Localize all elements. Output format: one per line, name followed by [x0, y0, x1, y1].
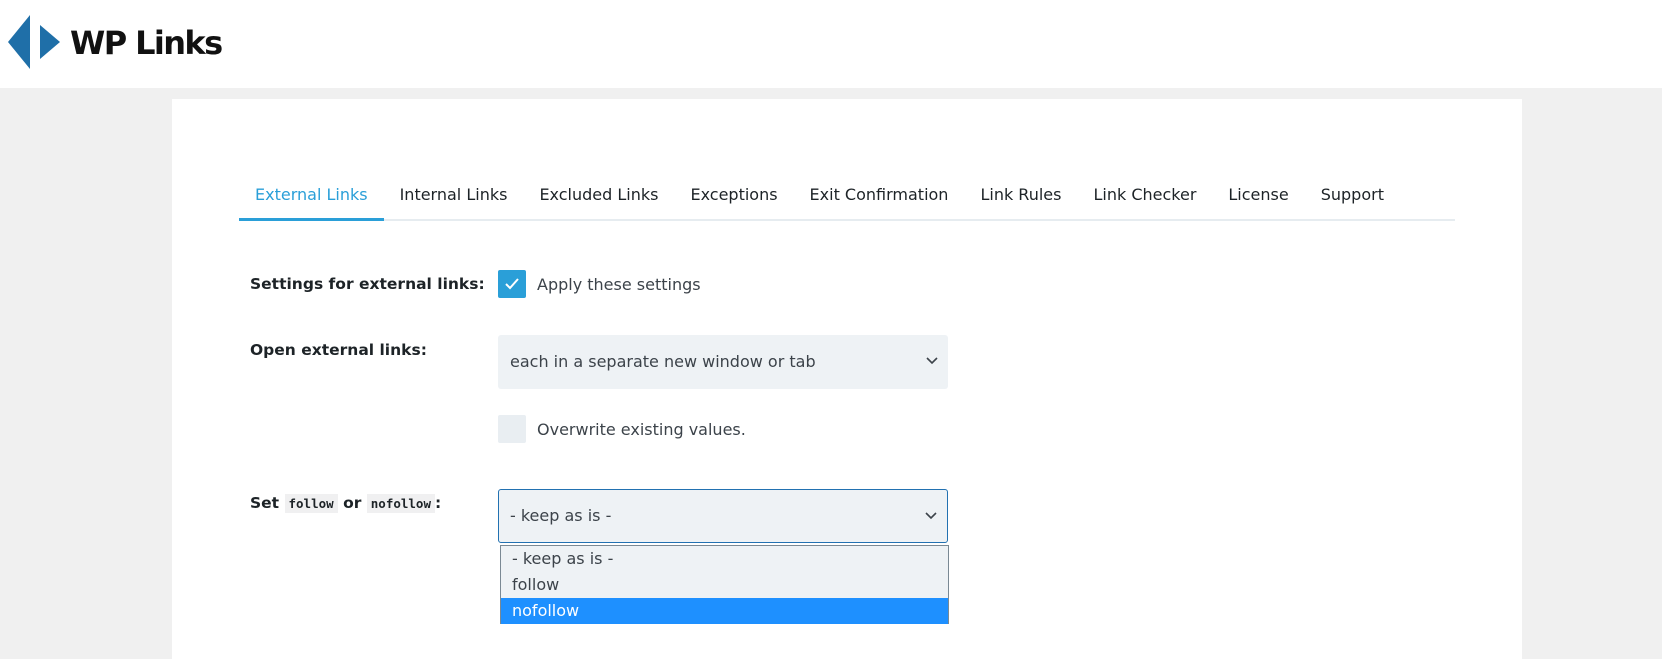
tab-external-links[interactable]: External Links	[239, 171, 384, 221]
apply-settings-label: Apply these settings	[537, 275, 701, 294]
tab-link-rules[interactable]: Link Rules	[964, 171, 1077, 219]
open-external-links-label: Open external links:	[250, 341, 427, 359]
logo-text: WP Links	[70, 24, 223, 62]
tab-license[interactable]: License	[1212, 171, 1304, 219]
chevron-down-icon	[926, 357, 938, 365]
follow-label-prefix: Set	[250, 494, 280, 512]
tab-link-checker[interactable]: Link Checker	[1077, 171, 1212, 219]
tab-internal-links[interactable]: Internal Links	[384, 171, 524, 219]
tab-exceptions[interactable]: Exceptions	[674, 171, 793, 219]
follow-nofollow-value: - keep as is -	[510, 506, 612, 525]
wp-links-logo[interactable]: WP Links	[8, 14, 223, 70]
open-external-links-select[interactable]: each in a separate new window or tab	[498, 335, 948, 389]
chevron-down-icon	[925, 512, 937, 520]
apply-settings-checkbox[interactable]	[498, 270, 526, 298]
open-external-links-value: each in a separate new window or tab	[510, 352, 816, 371]
settings-for-external-links-label: Settings for external links:	[250, 275, 485, 293]
tab-excluded-links[interactable]: Excluded Links	[523, 171, 674, 219]
follow-code: follow	[284, 494, 338, 513]
follow-nofollow-dropdown-list: - keep as is - follow nofollow	[500, 545, 949, 624]
check-icon	[505, 278, 519, 290]
logo-mark-icon	[8, 15, 60, 69]
top-bar: WP Links	[0, 0, 1662, 88]
tab-support[interactable]: Support	[1305, 171, 1400, 219]
dropdown-option-follow[interactable]: follow	[501, 572, 948, 598]
nofollow-code: nofollow	[366, 494, 435, 513]
follow-nofollow-label: Set follow or nofollow:	[250, 494, 442, 513]
follow-label-suffix: :	[434, 494, 442, 512]
dropdown-option-nofollow[interactable]: nofollow	[501, 598, 948, 624]
overwrite-values-label: Overwrite existing values.	[537, 420, 746, 439]
dropdown-option-keep-as-is[interactable]: - keep as is -	[501, 546, 948, 572]
tab-exit-confirmation[interactable]: Exit Confirmation	[794, 171, 965, 219]
tab-bar: External Links Internal Links Excluded L…	[239, 171, 1455, 221]
follow-nofollow-select[interactable]: - keep as is -	[498, 489, 948, 543]
follow-label-or: or	[343, 494, 362, 512]
overwrite-values-checkbox[interactable]	[498, 415, 526, 443]
